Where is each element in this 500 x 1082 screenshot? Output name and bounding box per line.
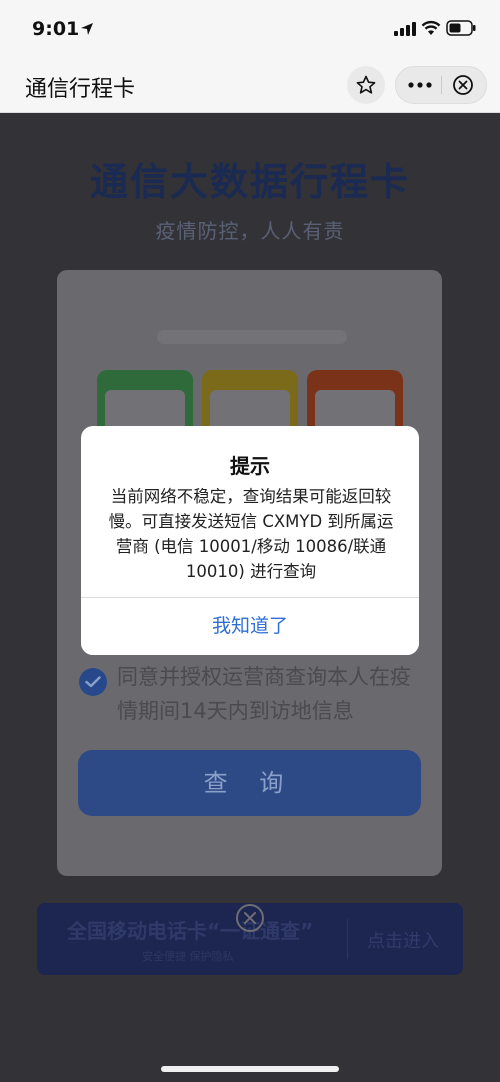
more-dots-icon[interactable] [408, 81, 432, 89]
favorite-button[interactable] [347, 66, 385, 104]
banner-divider [347, 919, 348, 959]
page-title: 通信行程卡 [25, 77, 136, 102]
checkmark-icon [85, 676, 101, 688]
close-circle-icon[interactable] [452, 74, 474, 96]
alert-dialog: 提示 当前网络不稳定，查询结果可能返回较慢。可直接发送短信 CXMYD 到所属运… [81, 426, 419, 655]
mini-program-capsule [395, 66, 487, 104]
query-button[interactable]: 查 询 [78, 750, 421, 816]
hero-subtitle: 疫情防控，人人有责 [155, 219, 345, 243]
banner-subtitle: 安全便捷 保护隐私 [142, 950, 234, 963]
hero-title: 通信大数据行程卡 [89, 160, 410, 204]
banner-close-button[interactable] [236, 904, 264, 932]
home-indicator[interactable] [161, 1066, 339, 1072]
alert-message: 当前网络不稳定，查询结果可能返回较慢。可直接发送短信 CXMYD 到所属运营商 … [108, 487, 394, 581]
wifi-icon [421, 20, 441, 35]
illustration-band [157, 330, 347, 344]
capsule-divider [441, 76, 442, 94]
banner-title: 全国移动电话卡“一证通查” [67, 919, 314, 943]
cellular-signal-icon [394, 22, 416, 36]
star-icon [356, 75, 376, 94]
alert-title: 提示 [230, 454, 270, 478]
status-bar: 9:01 [0, 0, 500, 58]
battery-icon [446, 20, 476, 36]
agree-checkbox[interactable] [79, 668, 107, 696]
nav-bar: 通信行程卡 [0, 58, 500, 113]
location-arrow-icon [81, 23, 93, 35]
status-time: 9:01 [32, 18, 80, 40]
banner-enter-link[interactable]: 点击进入 [367, 927, 439, 953]
close-icon [244, 912, 256, 924]
agree-text: 同意并授权运营商查询本人在疫情期间14天内到访地信息 [117, 665, 411, 723]
acknowledge-button[interactable]: 我知道了 [81, 598, 419, 655]
